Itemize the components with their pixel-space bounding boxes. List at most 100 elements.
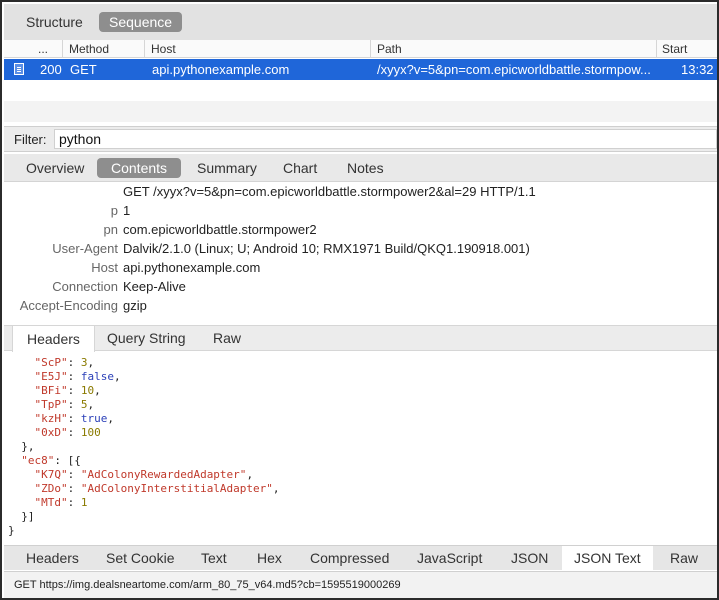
tab-structure[interactable]: Structure	[16, 12, 93, 32]
btab-json[interactable]: JSON	[511, 550, 548, 566]
json-token: ,	[87, 398, 95, 411]
subtab-raw[interactable]: Raw	[213, 330, 241, 346]
json-token: :	[67, 426, 81, 439]
header-row: pn com.epicworldbattle.stormpower2	[4, 220, 717, 239]
row-method: GET	[70, 62, 97, 77]
json-token: ,	[246, 468, 254, 481]
json-token: ,	[107, 412, 114, 425]
btab-text[interactable]: Text	[201, 550, 227, 566]
json-line: "TpP": 5,	[8, 398, 94, 412]
header-row: Accept-Encoding gzip	[4, 296, 717, 315]
header-name: Connection	[52, 279, 118, 294]
request-sub-tab-bar: Headers Query String Raw	[4, 325, 717, 352]
json-token: :	[67, 482, 81, 495]
header-value: Dalvik/2.1.0 (Linux; U; Android 10; RMX1…	[123, 241, 530, 256]
json-token: "TpP"	[8, 398, 68, 411]
request-line-row: GET /xyyx?v=5&pn=com.epicworldbattle.sto…	[4, 182, 717, 201]
header-name: User-Agent	[52, 241, 118, 256]
json-token: :	[67, 356, 81, 369]
btab-set-cookie[interactable]: Set Cookie	[106, 550, 174, 566]
json-token: :	[67, 496, 81, 509]
header-value: api.pythonexample.com	[123, 260, 261, 275]
json-token: 1	[80, 496, 88, 509]
json-line: "MTd": 1	[8, 496, 87, 510]
header-row: Host api.pythonexample.com	[4, 258, 717, 277]
request-table-header: ... Method Host Path Start	[4, 40, 717, 58]
filter-label: Filter:	[14, 132, 47, 147]
json-line: "kzH": true,	[8, 412, 114, 426]
json-token: 10	[80, 384, 95, 397]
json-token: :	[67, 370, 81, 383]
tab-contents[interactable]: Contents	[97, 158, 182, 178]
tab-summary[interactable]: Summary	[187, 158, 267, 178]
json-token: "MTd"	[8, 496, 68, 509]
json-token: 100	[80, 426, 101, 439]
btab-hex[interactable]: Hex	[257, 550, 282, 566]
tab-sequence[interactable]: Sequence	[99, 12, 183, 32]
btab-raw[interactable]: Raw	[670, 550, 698, 566]
header-name: pn	[103, 222, 118, 237]
json-line: "0xD": 100	[8, 426, 101, 440]
empty-rows	[4, 80, 717, 122]
json-line: }	[8, 524, 15, 538]
filter-bar: Filter:	[4, 126, 717, 152]
subtab-headers[interactable]: Headers	[12, 326, 95, 352]
document-icon	[14, 63, 24, 75]
json-token: "0xD"	[8, 426, 68, 439]
btab-headers[interactable]: Headers	[26, 550, 79, 566]
row-start: 13:32	[681, 62, 714, 77]
json-token: :	[67, 412, 81, 425]
inspector-tab-bar: Overview Contents Summary Chart Notes	[4, 154, 717, 182]
json-token: : [{	[54, 454, 81, 467]
json-token: "K7Q"	[8, 468, 68, 481]
json-token: ,	[113, 370, 121, 383]
json-token: :	[67, 398, 81, 411]
header-name: Host	[91, 260, 118, 275]
header-value: gzip	[123, 298, 147, 313]
column-header-method[interactable]: Method	[69, 42, 109, 56]
table-row[interactable]: 200 GET api.pythonexample.com /xyyx?v=5&…	[4, 59, 717, 80]
json-line: },	[8, 440, 35, 454]
json-line: "ec8": [{	[8, 454, 81, 468]
column-header-status[interactable]: ...	[38, 42, 48, 56]
column-header-host[interactable]: Host	[151, 42, 176, 56]
json-token: "E5J"	[8, 370, 68, 383]
json-line: "K7Q": "AdColonyRewardedAdapter",	[8, 468, 253, 482]
json-token: ,	[87, 356, 95, 369]
tab-chart[interactable]: Chart	[273, 158, 327, 178]
json-token: true	[80, 412, 108, 425]
header-value: Keep-Alive	[123, 279, 186, 294]
json-token: "AdColonyRewardedAdapter"	[80, 468, 247, 481]
json-token: :	[67, 468, 81, 481]
header-name: p	[110, 203, 118, 218]
json-token: ,	[272, 482, 280, 495]
view-tab-bar: Structure Sequence	[4, 4, 717, 40]
subtab-query-string[interactable]: Query String	[107, 330, 186, 346]
json-token: "AdColonyInterstitialAdapter"	[80, 482, 273, 495]
json-token: ,	[94, 384, 101, 397]
app-window: Structure Sequence ... Method Host Path …	[0, 0, 719, 600]
row-host: api.pythonexample.com	[152, 62, 290, 77]
header-row: p 1	[4, 201, 717, 220]
tab-overview[interactable]: Overview	[16, 158, 94, 178]
json-token: "kzH"	[8, 412, 68, 425]
json-token: "ec8"	[8, 454, 55, 467]
filter-input[interactable]	[54, 129, 717, 149]
tab-notes[interactable]: Notes	[337, 158, 394, 178]
column-header-path[interactable]: Path	[377, 42, 402, 56]
status-bar: GET https://img.dealsneartome.com/arm_80…	[4, 571, 717, 598]
request-headers-panel: GET /xyyx?v=5&pn=com.epicworldbattle.sto…	[4, 182, 717, 324]
json-line: "ScP": 3,	[8, 356, 94, 370]
json-token: :	[67, 384, 81, 397]
btab-json-text[interactable]: JSON Text	[562, 546, 653, 571]
header-value: com.epicworldbattle.stormpower2	[123, 222, 317, 237]
column-header-start[interactable]: Start	[662, 42, 687, 56]
btab-compressed[interactable]: Compressed	[310, 550, 389, 566]
json-text-view[interactable]: " "ScP": 3, "E5J": false, "BFi": 10, "Tp…	[4, 352, 717, 545]
json-token: },	[8, 440, 35, 453]
json-line: "E5J": false,	[8, 370, 121, 384]
json-token: }	[8, 524, 15, 537]
header-row: Connection Keep-Alive	[4, 277, 717, 296]
btab-javascript[interactable]: JavaScript	[417, 550, 482, 566]
json-token: false	[80, 370, 114, 383]
